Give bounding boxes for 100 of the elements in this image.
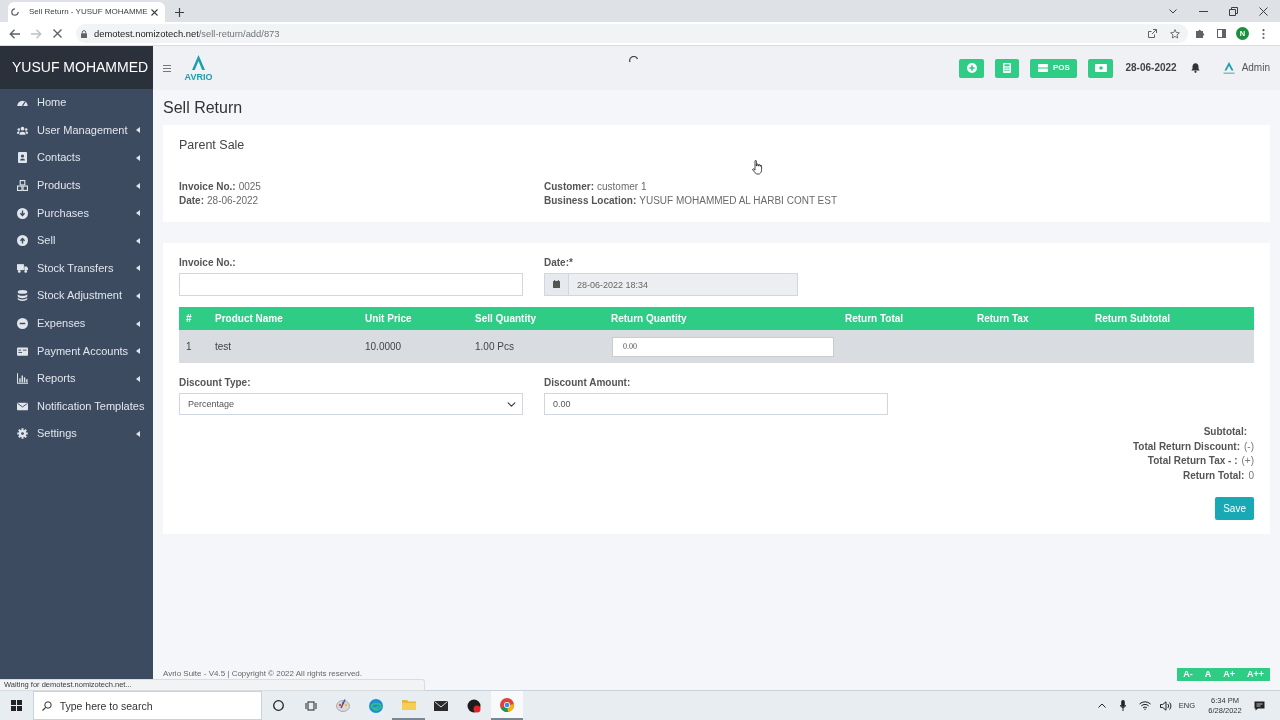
share-icon[interactable]	[1148, 29, 1157, 38]
side-panel-icon[interactable]	[1217, 29, 1226, 38]
field-label: Discount Amount:	[544, 377, 631, 389]
wifi-icon[interactable]	[1139, 701, 1151, 710]
database-icon	[17, 290, 28, 302]
down-arrow-circle-icon	[17, 207, 28, 219]
address-book-icon	[17, 152, 28, 164]
sidebar-item[interactable]: Products	[0, 171, 153, 200]
chevron-left-icon	[136, 320, 140, 327]
summary-value: (+)	[1241, 454, 1254, 468]
palette-app-icon[interactable]	[336, 699, 351, 712]
sidebar-item[interactable]: Settings	[0, 420, 153, 448]
field-label: Customer:	[544, 181, 594, 192]
notification-icon[interactable]	[1253, 700, 1265, 711]
chevron-left-icon	[136, 265, 140, 272]
star-icon[interactable]	[1170, 28, 1180, 39]
close-icon[interactable]	[151, 8, 158, 16]
sidebar-item[interactable]: Reports	[0, 364, 153, 393]
summary-label: Return Total:	[1182, 468, 1245, 483]
up-arrow-circle-icon	[17, 235, 28, 247]
discount-amount-input[interactable]: 0.00	[544, 393, 888, 415]
lock-icon	[81, 29, 87, 38]
field-label: Invoice No.:	[179, 257, 236, 269]
plus-circle-icon	[967, 63, 977, 73]
sidebar-item[interactable]: Purchases	[0, 199, 153, 227]
banknote-icon	[1095, 64, 1107, 72]
address-bar[interactable]: demotest.nomizotech.net/sell-return/add/873	[76, 24, 1188, 43]
bell-icon[interactable]	[1190, 63, 1200, 73]
sidebar-item[interactable]: Home	[0, 89, 153, 117]
minus-circle-icon	[17, 318, 28, 330]
column-header: Unit Price	[358, 307, 468, 330]
column-header: Product Name	[208, 307, 358, 330]
sidebar-brand[interactable]: YUSUF MOHAMMED	[0, 46, 153, 89]
card-title: Parent Sale	[179, 137, 246, 153]
summary-value: 0	[1248, 468, 1254, 483]
browser-tab[interactable]: Sell Return - YUSUF MOHAMME	[8, 2, 165, 22]
browser-app-icon[interactable]	[499, 697, 514, 712]
search-field[interactable]: Type here to search	[32, 691, 262, 720]
url-text[interactable]: demotest.nomizotech.net/sell-return/add/873	[94, 27, 280, 40]
table-cell: 1	[179, 330, 208, 363]
puzzle-icon[interactable]	[1196, 29, 1205, 38]
footer-text: Avrio Suite - V4.5 | Copyright © 2022 All rights reserved.	[163, 669, 363, 679]
chevron-up-icon[interactable]	[1098, 703, 1106, 708]
circle-icon[interactable]	[272, 700, 284, 711]
menu-icon[interactable]	[163, 64, 171, 72]
task-view-icon[interactable]	[304, 700, 317, 711]
circle-app-icon[interactable]	[467, 698, 482, 713]
chevron-left-icon	[136, 210, 140, 217]
logo-text: AVRIO	[184, 71, 213, 82]
table-cell: 10.0000	[358, 330, 468, 363]
gear-icon	[17, 428, 28, 440]
chevron-left-icon	[136, 292, 140, 299]
column-header: Return Total	[838, 307, 970, 330]
minimize-icon[interactable]	[1198, 10, 1208, 12]
sidebar-item[interactable]: Notification Templates	[0, 392, 153, 421]
field-value: 28-06-2022	[207, 195, 259, 206]
sidebar-item[interactable]: Stock Adjustment	[0, 282, 153, 310]
field-label: Date:	[179, 195, 204, 206]
field-value: 0025	[238, 181, 261, 192]
speaker-icon[interactable]	[1160, 700, 1172, 711]
sidebar-item[interactable]: Payment Accounts	[0, 337, 153, 365]
register-icon	[1038, 64, 1049, 72]
date-input[interactable]: 28-06-2022 18:34	[569, 273, 798, 296]
microphone-icon[interactable]	[1120, 700, 1126, 711]
stop-icon[interactable]	[52, 29, 62, 38]
discount-type-select[interactable]: Percentage	[179, 393, 523, 415]
sidebar-item[interactable]: Expenses	[0, 309, 153, 338]
summary-label: Subtotal:	[1203, 425, 1247, 439]
summary-label: Total Return Discount:	[1132, 439, 1240, 454]
invoice-number-input[interactable]	[179, 273, 523, 296]
new-tab-icon[interactable]	[175, 8, 184, 17]
kebab-menu-icon[interactable]	[1262, 28, 1265, 39]
column-header: #	[179, 307, 208, 330]
truck-icon	[17, 262, 28, 274]
chevron-down-icon[interactable]	[1169, 8, 1177, 14]
calculator-icon	[1003, 63, 1012, 73]
return-quantity-input[interactable]: 0.00	[612, 336, 834, 357]
close-icon[interactable]	[1258, 6, 1268, 16]
users-icon	[17, 124, 28, 136]
cubes-icon	[17, 180, 28, 192]
logo-mark-icon	[192, 54, 205, 70]
user-menu-link[interactable]: Admin	[1221, 61, 1270, 75]
field-label: Date:*	[544, 257, 573, 269]
calendar-icon[interactable]	[544, 273, 569, 296]
restore-icon[interactable]	[1228, 6, 1238, 16]
field-label: Business Location:	[544, 195, 637, 206]
table-cell: test	[208, 330, 358, 363]
summary-value: (-)	[1244, 439, 1254, 454]
sidebar-item[interactable]: Sell	[0, 226, 153, 255]
wave-app-icon[interactable]	[369, 698, 384, 713]
chevron-left-icon	[136, 430, 140, 437]
sidebar-item[interactable]: User Management	[0, 116, 153, 145]
hand-cursor-icon	[752, 160, 763, 175]
envelope-icon[interactable]	[434, 700, 449, 711]
page-title: Sell Return	[162, 97, 244, 118]
field-value: YUSUF MOHAMMED AL HARBI CONT EST	[639, 195, 838, 206]
sidebar-item[interactable]: Stock Transfers	[0, 254, 153, 283]
back-arrow-icon[interactable]	[8, 28, 20, 39]
start-menu-icon[interactable]	[10, 700, 22, 711]
sidebar-item[interactable]: Contacts	[0, 144, 153, 172]
